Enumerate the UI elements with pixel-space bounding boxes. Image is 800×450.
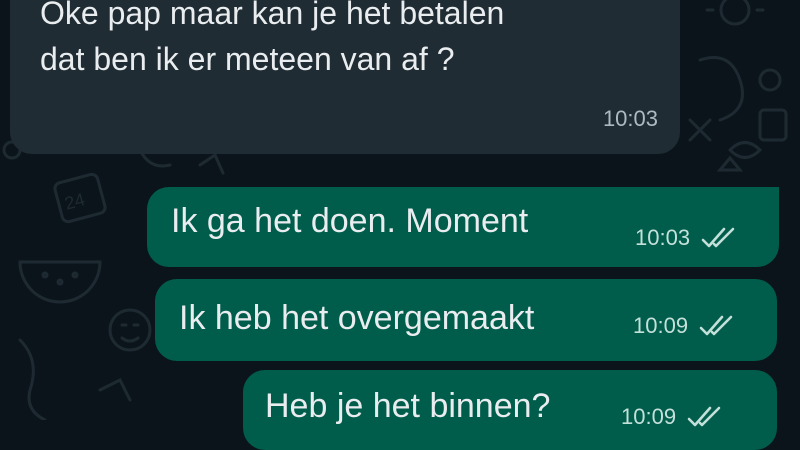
double-check-icon [701,227,735,248]
message-meta: 10:09 [621,404,726,430]
message-meta: 10:03 [635,225,740,251]
message-meta: 10:09 [633,313,738,339]
message-text: Heb je het binnen? [265,387,551,425]
message-text: Oke pap maar kan je het betalen dat ben … [40,0,504,82]
outgoing-message-bubble[interactable]: Ik heb het overgemaakt 10:09 [155,279,777,361]
outgoing-message-bubble[interactable]: Ik ga het doen. Moment 10:03 [147,187,779,267]
message-timestamp: 10:03 [602,106,658,131]
message-line: dat ben ik er meteen van af ? [40,41,455,77]
message-timestamp: 10:09 [621,404,677,429]
message-text: Ik ga het doen. Moment [171,202,529,240]
incoming-message-bubble[interactable]: Oke pap maar kan je het betalen dat ben … [10,0,680,154]
double-check-icon [699,315,733,336]
outgoing-message-bubble[interactable]: Heb je het binnen? 10:09 [243,370,777,450]
svg-text:24: 24 [62,189,87,214]
message-line: Oke pap maar kan je het betalen [40,0,505,31]
message-timestamp: 10:03 [635,225,691,250]
message-text: Ik heb het overgemaakt [179,299,535,337]
message-timestamp: 10:09 [633,313,689,338]
double-check-icon [687,406,721,427]
